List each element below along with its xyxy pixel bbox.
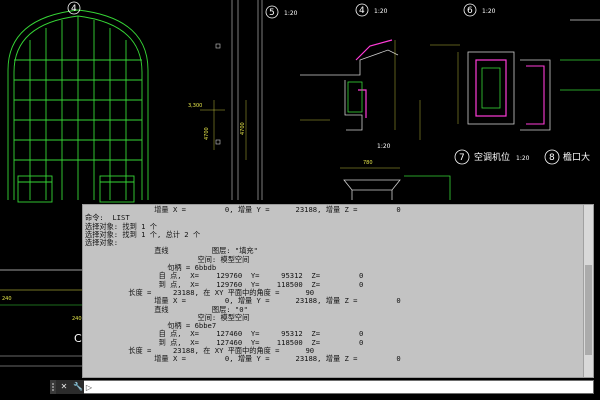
- wrench-icon[interactable]: 🔧: [72, 380, 84, 394]
- prompt-arrow-icon[interactable]: ▷: [84, 383, 94, 392]
- section-letter: C: [74, 332, 82, 345]
- command-history-window[interactable]: 增量 X = 0, 增量 Y = 23188, 增量 Z = 0 命令: LIST…: [82, 204, 594, 378]
- svg-text:1:20: 1:20: [374, 8, 388, 15]
- command-history-text: 增量 X = 0, 增量 Y = 23188, 增量 Z = 0 命令: LIST…: [85, 205, 581, 364]
- dim-780: 780: [363, 160, 373, 166]
- scale-label: 1:20: [377, 143, 391, 150]
- svg-text:4: 4: [71, 4, 77, 14]
- command-line-tools: ✕ 🔧: [56, 380, 84, 394]
- svg-text:空调机位: 空调机位: [474, 151, 510, 163]
- history-scrollbar[interactable]: [583, 205, 593, 377]
- svg-text:8: 8: [549, 153, 555, 163]
- dim-4700-b: 4700: [240, 122, 246, 135]
- svg-text:5: 5: [269, 8, 275, 18]
- command-input[interactable]: [94, 382, 592, 392]
- history-scroll-thumb[interactable]: [585, 265, 592, 355]
- close-icon[interactable]: ✕: [58, 380, 70, 394]
- detail-marker-8: 8 檐口大: [544, 149, 590, 165]
- svg-text:1:20: 1:20: [516, 155, 530, 162]
- dim-4700-a: 4700: [204, 127, 210, 140]
- command-prompt-area: ▷: [84, 381, 592, 393]
- history-line: 命令: LIST: [85, 213, 130, 223]
- svg-text:1:20: 1:20: [284, 10, 298, 17]
- dim-240-a: 240: [2, 296, 12, 302]
- dim-3300: 3,300: [188, 103, 202, 109]
- svg-text:4: 4: [359, 6, 365, 16]
- svg-text:7: 7: [459, 153, 465, 163]
- history-line: 选择对象: 找到 1 个, 总计 2 个: [85, 229, 201, 239]
- dim-240-b: 240: [72, 316, 82, 322]
- svg-text:檐口大: 檐口大: [563, 151, 590, 163]
- svg-text:6: 6: [467, 6, 473, 16]
- history-line: 增量 X = 0, 增量 Y = 23188, 增量 Z = 0: [85, 354, 401, 364]
- svg-text:1:20: 1:20: [482, 8, 496, 15]
- history-line: 增量 X = 0, 增量 Y = 23188, 增量 Z = 0: [85, 205, 401, 214]
